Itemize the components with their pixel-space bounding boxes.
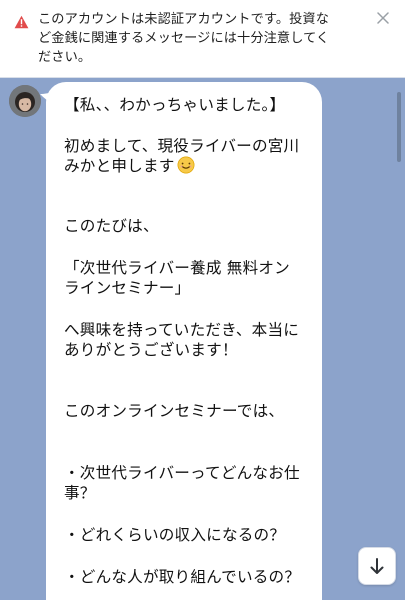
- message-line-5: 「次世代ライバー養成 無料オン: [64, 259, 290, 277]
- smiling-face-emoji: [177, 156, 195, 174]
- message-line-2: 初めまして、現役ライバーの宮川: [64, 137, 300, 155]
- message-line-4: このたびは、: [64, 217, 159, 235]
- message-line-11: 事？: [64, 484, 96, 502]
- message-line-13: ・どんな人が取り組んでいるの？: [64, 568, 301, 586]
- chat-area[interactable]: 【私、、わかっちゃいました。】 初めまして、現役ライバーの宮川 みかと申します …: [0, 78, 405, 600]
- warning-line-3: ださい。: [38, 50, 92, 65]
- warning-line-1: このアカウントは未認証アカウントです。投資な: [38, 12, 330, 27]
- message-line-9: このオンラインセミナーでは、: [64, 402, 285, 420]
- scroll-to-bottom-button[interactable]: [358, 547, 396, 585]
- message-line-1: 【私、、わかっちゃいました。】: [64, 96, 286, 114]
- scrollbar-thumb[interactable]: [397, 92, 401, 162]
- message-line-3: みかと申します: [64, 156, 195, 176]
- warning-message: このアカウントは未認証アカウントです。投資な ど金銭に関連するメッセージには十分…: [38, 10, 368, 67]
- warning-banner: このアカウントは未認証アカウントです。投資な ど金銭に関連するメッセージには十分…: [0, 0, 405, 78]
- message-line-10: ・次世代ライバーってどんなお仕: [64, 464, 300, 482]
- profile-photo: [9, 85, 41, 117]
- close-icon[interactable]: [375, 10, 391, 26]
- message-line-8: ありがとうございます！: [64, 341, 238, 359]
- warning-line-2: ど金銭に関連するメッセージには十分注意してく: [38, 31, 330, 46]
- arrow-down-icon: [370, 558, 384, 574]
- warning-icon: [14, 15, 29, 29]
- avatar[interactable]: [9, 85, 41, 117]
- message-line-12: ・どれくらいの収入になるの？: [64, 526, 286, 544]
- message-line-6: ラインセミナー」: [64, 279, 191, 297]
- message-line-7: へ興味を持っていただき、本当に: [64, 321, 300, 339]
